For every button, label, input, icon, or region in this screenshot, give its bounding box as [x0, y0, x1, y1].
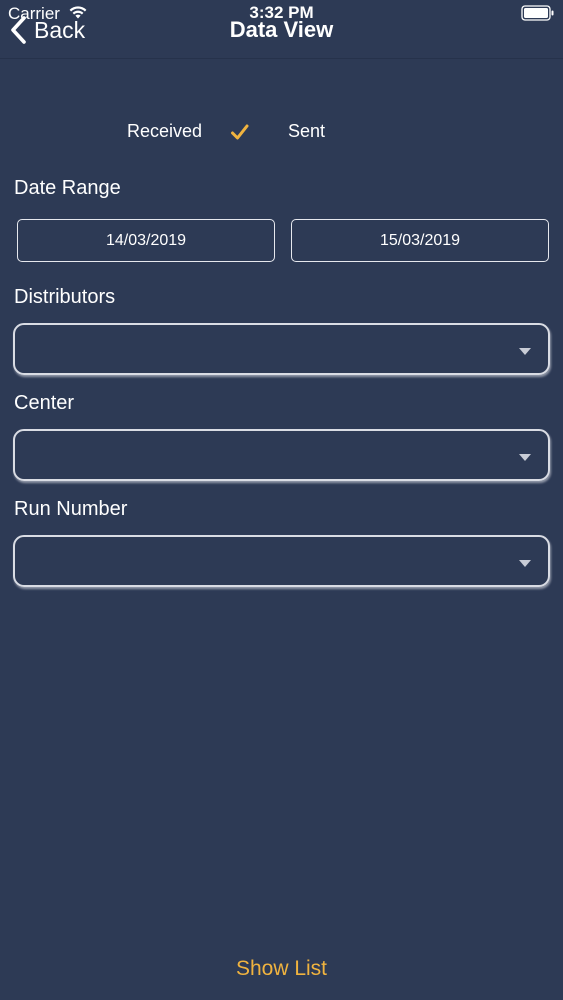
date-from-field[interactable]: 14/03/2019 [17, 219, 275, 262]
caret-down-icon [519, 560, 531, 567]
received-sent-toggle: Received Sent [0, 118, 563, 148]
date-range-label: Date Range [14, 177, 121, 199]
page-title: Data View [229, 17, 334, 42]
date-from-value: 14/03/2019 [105, 231, 187, 249]
show-list-button[interactable]: Show List [0, 957, 563, 981]
caret-down-icon [519, 348, 531, 355]
center-label: Center [14, 392, 75, 414]
checkmark-icon [231, 124, 249, 140]
navigation-bar: Back Data View [0, 0, 563, 59]
distributors-label: Distributors [14, 286, 116, 308]
caret-down-icon [519, 454, 531, 461]
sent-option[interactable]: Sent [288, 121, 325, 142]
received-option[interactable]: Received [127, 121, 202, 142]
date-to-field[interactable]: 15/03/2019 [291, 219, 549, 262]
date-to-value: 15/03/2019 [379, 231, 461, 249]
center-dropdown[interactable] [13, 429, 550, 481]
distributors-dropdown[interactable] [13, 323, 550, 375]
run-number-dropdown[interactable] [13, 535, 550, 587]
run-number-label: Run Number [14, 498, 128, 520]
